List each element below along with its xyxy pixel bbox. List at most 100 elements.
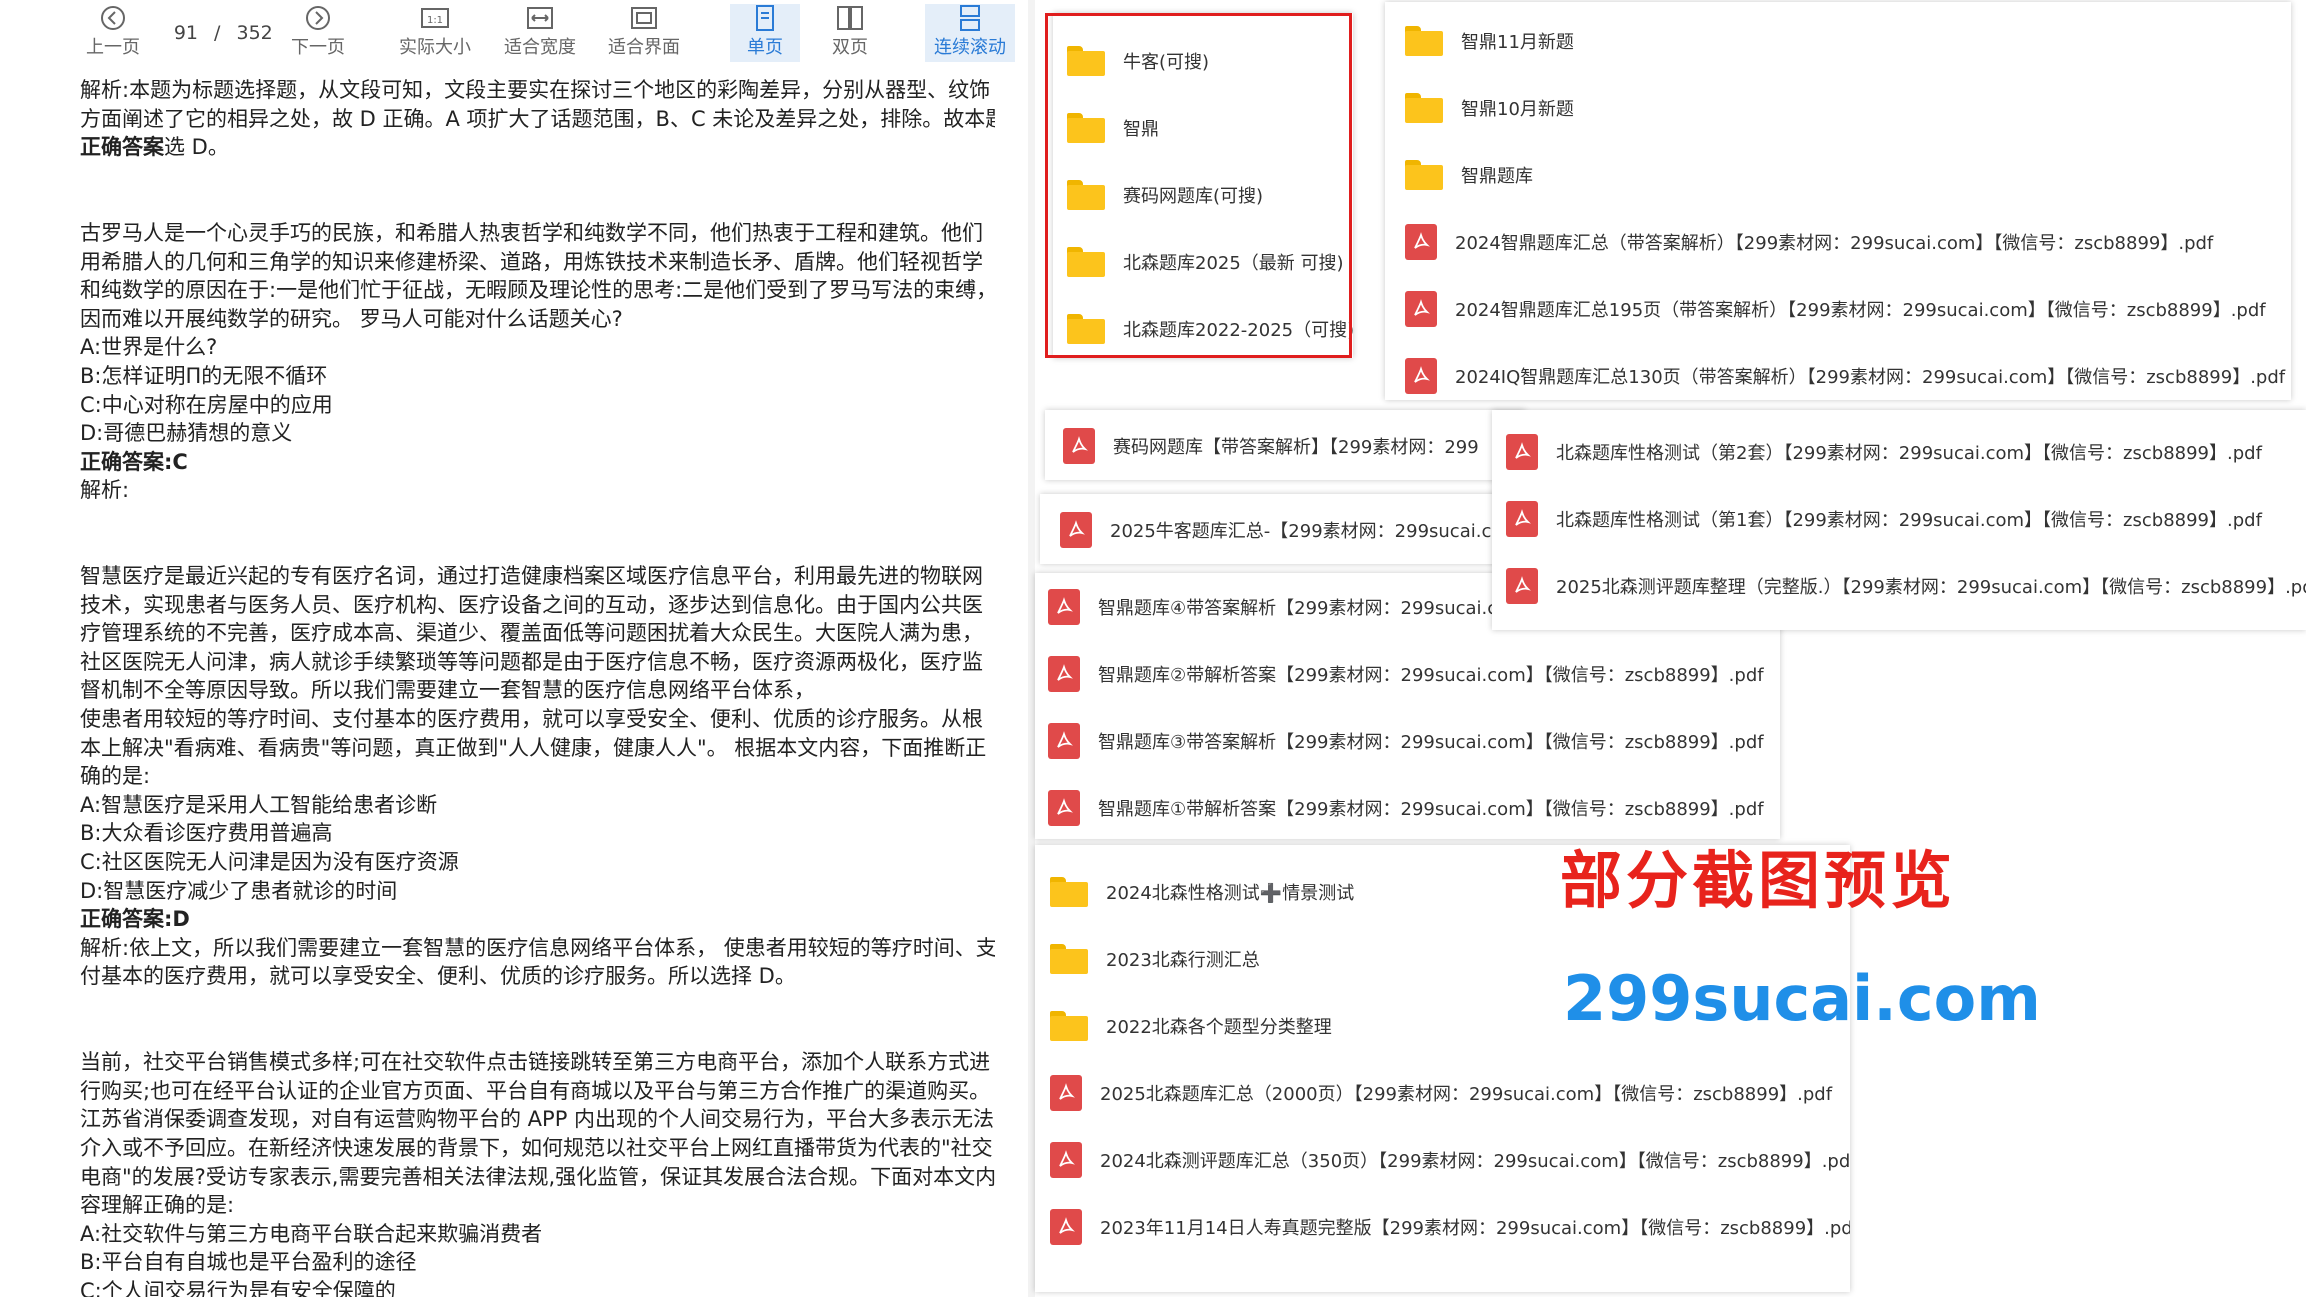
chevron-left-circle-icon bbox=[78, 4, 148, 34]
next-page-button[interactable]: 下一页 bbox=[283, 4, 353, 62]
file-name: 2024智鼎题库汇总（带答案解析）【299素材网：299sucai.com】【微… bbox=[1455, 232, 2214, 254]
document-line: 疗管理系统的不完善，医疗成本高、渠道少、覆盖面低等问题困扰着大众民生。大医院人满… bbox=[80, 621, 983, 646]
continuous-scroll-button[interactable]: 连续滚动 bbox=[925, 4, 1015, 62]
pdf-file-row[interactable]: 2025北森测评题库整理（完整版.）【299素材网：299sucai.com】【… bbox=[1492, 552, 2306, 619]
document-line: 介入或不予回应。在新经济快速发展的背景下，如何规范以社交平台上网红直播带货为代表… bbox=[80, 1135, 993, 1160]
document-line: 和纯数学的原因在于:一是他们忙于征战，无暇顾及理论性的思考:二是他们受到了罗马写… bbox=[80, 278, 995, 303]
pdf-file-row[interactable]: 2023年11月14日人寿真题完整版【299素材网：299sucai.com】【… bbox=[1035, 1193, 1850, 1260]
document-line: 确的是: bbox=[80, 764, 151, 789]
folder-icon bbox=[1050, 943, 1088, 974]
document-line: C:个人间交易行为是有安全保障的 bbox=[80, 1278, 396, 1297]
file-name: 2024IQ智鼎题库汇总130页（带答案解析）【299素材网：299sucai.… bbox=[1455, 366, 2286, 388]
document-line: 督机制不全等原因导致。所以我们需要建立一套智慧的医疗信息网络平台体系， bbox=[80, 678, 815, 703]
document-line-bold-prefix: 正确答案 bbox=[80, 135, 164, 160]
pdf-icon bbox=[1048, 655, 1080, 692]
pdf-file-row[interactable]: 2024北森测评题库汇总（350页）【299素材网：299sucai.com】【… bbox=[1035, 1126, 1850, 1193]
folder-row[interactable]: 智鼎11月新题 bbox=[1385, 7, 2291, 74]
pdf-icon bbox=[1506, 500, 1538, 537]
pdf-file-row[interactable]: 智鼎题库③带答案解析【299素材网：299sucai.com】【微信号：zscb… bbox=[1035, 707, 1780, 774]
document-line bbox=[80, 190, 995, 219]
folder-icon bbox=[1050, 1010, 1088, 1041]
document-line: A:世界是什么? bbox=[80, 335, 218, 360]
pdf-file-row[interactable]: 2024智鼎题库汇总（带答案解析）【299素材网：299sucai.com】【微… bbox=[1385, 208, 2291, 275]
document-line: 方面阐述了它的相异之处，故 D 正确。A 项扩大了话题范围，B、C 未论及差异之… bbox=[80, 106, 995, 131]
document-line: 社区医院无人问津，病人就诊手续繁琐等等问题都是由于医疗信息不畅，医疗资源两极化，… bbox=[80, 649, 983, 674]
fit-width-button[interactable]: 适合宽度 bbox=[500, 4, 580, 62]
document-line: 解析: bbox=[80, 478, 130, 503]
single-page-icon bbox=[730, 4, 800, 34]
folder-name: 智鼎题库 bbox=[1461, 165, 1533, 187]
highlight-box bbox=[1045, 13, 1352, 358]
document-line: A:社交软件与第三方电商平台联合起来欺骗消费者 bbox=[80, 1221, 543, 1246]
document-line: 本上解决"看病难、看病贵"等问题，真正做到"人人健康，健康人人"。 根据本文内容… bbox=[80, 735, 987, 760]
pdf-icon bbox=[1405, 223, 1437, 260]
fit-page-button[interactable]: 适合界面 bbox=[604, 4, 684, 62]
document-line: 正确答案:C bbox=[80, 449, 188, 474]
pdf-file-row[interactable]: 2025牛客题库汇总-【299素材网：299sucai.com bbox=[1040, 496, 1525, 563]
document-line: B:怎样证明Π的无限不循环 bbox=[80, 363, 328, 388]
page-total: 352 bbox=[236, 22, 273, 44]
watermark-site: 299sucai.com bbox=[1563, 962, 2041, 1035]
reader-toolbar: 上一页 91 / 352 下一页 1:1 实际大小 适合宽度 适合界面 单页 双… bbox=[0, 0, 1028, 64]
file-name: 2025北森测评题库整理（完整版.）【299素材网：299sucai.com】【… bbox=[1556, 576, 2306, 598]
pane-divider bbox=[1028, 0, 1035, 1297]
pdf-icon bbox=[1048, 588, 1080, 625]
single-page-button[interactable]: 单页 bbox=[730, 4, 800, 62]
document-line: 解析:依上文，所以我们需要建立一套智慧的医疗信息网络平台体系， 使患者用较短的等… bbox=[80, 935, 995, 960]
file-name: 智鼎题库①带解析答案【299素材网：299sucai.com】【微信号：zscb… bbox=[1098, 798, 1764, 820]
pdf-file-row[interactable]: 北森题库性格测试（第2套）【299素材网：299sucai.com】【微信号：z… bbox=[1492, 418, 2306, 485]
file-name: 2024北森测评题库汇总（350页）【299素材网：299sucai.com】【… bbox=[1100, 1150, 1850, 1172]
file-name: 智鼎题库②带解析答案【299素材网：299sucai.com】【微信号：zscb… bbox=[1098, 664, 1764, 686]
file-name: 2024智鼎题库汇总195页（带答案解析）【299素材网：299sucai.co… bbox=[1455, 299, 2266, 321]
pdf-file-row[interactable]: 2024IQ智鼎题库汇总130页（带答案解析）【299素材网：299sucai.… bbox=[1385, 342, 2291, 409]
document-line: C:社区医院无人问津是因为没有医疗资源 bbox=[80, 850, 459, 875]
file-list-panel: 赛码网题库【带答案解析】【299素材网：299 bbox=[1045, 410, 1525, 480]
pdf-icon bbox=[1405, 357, 1437, 394]
pdf-file-row[interactable]: 智鼎题库②带解析答案【299素材网：299sucai.com】【微信号：zscb… bbox=[1035, 640, 1780, 707]
folder-name: 智鼎10月新题 bbox=[1461, 98, 1574, 120]
document-line: 付基本的医疗费用，就可以享受安全、便利、优质的诊疗服务。所以选择 D。 bbox=[80, 964, 796, 989]
document-text: 解析:本题为标题选择题，从文段可知，文段主要实在探讨三个地区的彩陶差异，分别从器… bbox=[80, 76, 995, 1297]
pdf-file-row[interactable]: 2024智鼎题库汇总195页（带答案解析）【299素材网：299sucai.co… bbox=[1385, 275, 2291, 342]
pdf-file-row[interactable]: 赛码网题库【带答案解析】【299素材网：299 bbox=[1045, 412, 1525, 479]
page-separator: / bbox=[214, 22, 221, 44]
continuous-scroll-label: 连续滚动 bbox=[934, 37, 1006, 58]
fit-width-icon bbox=[500, 4, 580, 34]
double-page-icon bbox=[815, 4, 885, 34]
pdf-icon bbox=[1050, 1074, 1082, 1111]
fit-page-label: 适合界面 bbox=[608, 37, 680, 58]
document-line: 技术，实现患者与医务人员、医疗机构、医疗设备之间的互动，逐步达到信息化。由于国内… bbox=[80, 592, 983, 617]
double-page-button[interactable]: 双页 bbox=[815, 4, 885, 62]
file-name: 智鼎题库③带答案解析【299素材网：299sucai.com】【微信号：zscb… bbox=[1098, 731, 1764, 753]
chevron-right-circle-icon bbox=[283, 4, 353, 34]
document-line: 正确答案:D bbox=[80, 907, 190, 932]
folder-icon bbox=[1405, 159, 1443, 190]
file-name: 北森题库性格测试（第1套）【299素材网：299sucai.com】【微信号：z… bbox=[1556, 509, 2262, 531]
folder-row[interactable]: 智鼎10月新题 bbox=[1385, 74, 2291, 141]
document-line: 当前，社交平台销售模式多样;可在社交软件点击链接跳转至第三方电商平台，添加个人联… bbox=[80, 1050, 991, 1075]
actual-size-button[interactable]: 1:1 实际大小 bbox=[395, 4, 475, 62]
pdf-icon bbox=[1048, 722, 1080, 759]
folder-row[interactable]: 智鼎题库 bbox=[1385, 141, 2291, 208]
document-line: 容理解正确的是: bbox=[80, 1193, 235, 1218]
page-current-input[interactable]: 91 bbox=[160, 22, 198, 44]
document-line: A:智慧医疗是采用人工智能给患者诊断 bbox=[80, 792, 438, 817]
document-line: C:中心对称在房屋中的应用 bbox=[80, 392, 333, 417]
prev-page-button[interactable]: 上一页 bbox=[78, 4, 148, 62]
document-line bbox=[80, 1020, 995, 1049]
pdf-file-row[interactable]: 2025北森题库汇总（2000页）【299素材网：299sucai.com】【微… bbox=[1035, 1059, 1850, 1126]
pdf-file-row[interactable]: 北森题库性格测试（第1套）【299素材网：299sucai.com】【微信号：z… bbox=[1492, 485, 2306, 552]
folder-name: 2023北森行测汇总 bbox=[1106, 949, 1260, 971]
pdf-icon bbox=[1506, 567, 1538, 604]
folder-name: 2022北森各个题型分类整理 bbox=[1106, 1016, 1332, 1038]
file-name: 2023年11月14日人寿真题完整版【299素材网：299sucai.com】【… bbox=[1100, 1217, 1850, 1239]
prev-page-label: 上一页 bbox=[86, 37, 140, 58]
continuous-scroll-icon bbox=[925, 4, 1015, 34]
file-list-panel: 智鼎11月新题智鼎10月新题 智鼎题库 2024智鼎题库汇总（带答案解析）【299素… bbox=[1385, 2, 2291, 400]
document-line: 因而难以开展纯数学的研究。 罗马人可能对什么话题关心? bbox=[80, 306, 623, 331]
actual-size-icon-text: 1:1 bbox=[427, 15, 443, 26]
folder-icon bbox=[1405, 92, 1443, 123]
file-name: 2025牛客题库汇总-【299素材网：299sucai.com bbox=[1110, 520, 1520, 542]
document-line: 用希腊人的几何和三角学的知识来修建桥梁、道路，用炼铁技术来制造长矛、盾牌。他们轻… bbox=[80, 249, 983, 274]
folder-name: 2024北森性格测试➕情景测试 bbox=[1106, 882, 1355, 904]
